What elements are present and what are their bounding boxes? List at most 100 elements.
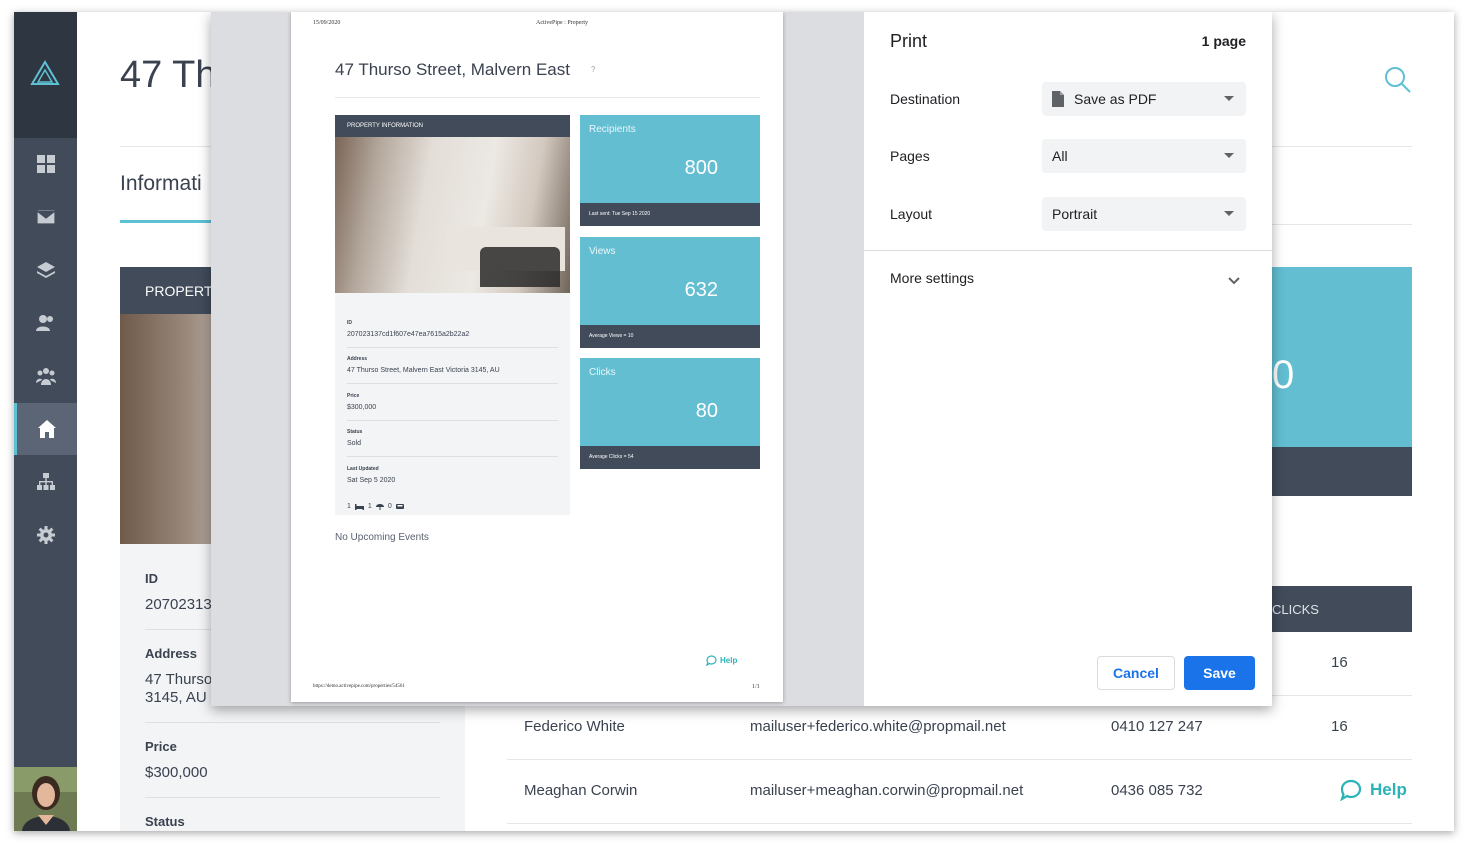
field-value: 47 Thurso Street, Malvern East Victoria … xyxy=(347,367,500,374)
preview-header-title: ActivePipe : Property xyxy=(536,20,588,26)
cell-phone: 0410 127 247 xyxy=(1111,718,1203,735)
page-title: 47 Th xyxy=(120,54,217,96)
help-button[interactable]: Help xyxy=(1340,779,1407,801)
users-icon xyxy=(35,315,53,331)
document-icon xyxy=(1052,90,1064,107)
field-label: Price xyxy=(347,393,360,399)
car-icon xyxy=(395,504,404,509)
destination-label: Destination xyxy=(890,91,961,107)
pages-select[interactable]: All xyxy=(1042,139,1246,173)
chevron-down-icon xyxy=(1224,96,1234,101)
cancel-button[interactable]: Cancel xyxy=(1097,656,1175,690)
divider xyxy=(145,797,440,798)
field-label: Last Updated xyxy=(347,466,379,472)
stat-tile: 0 xyxy=(1272,267,1412,447)
divider xyxy=(335,97,760,98)
divider xyxy=(1272,224,1412,225)
pages-value: All xyxy=(1052,148,1068,164)
field-label-id: ID xyxy=(145,571,158,586)
sidebar-item-layers[interactable] xyxy=(14,244,77,296)
more-settings-toggle[interactable]: More settings xyxy=(890,270,974,286)
stat-footer: Average Views = 10 xyxy=(580,325,760,348)
sidebar-item-properties[interactable] xyxy=(14,403,77,455)
preview-footer-url: https://demo.activepipe.com/properties/5… xyxy=(313,684,405,689)
stat-value: 800 xyxy=(684,157,718,179)
sidebar-item-settings[interactable] xyxy=(14,509,77,561)
divider xyxy=(864,250,1272,251)
chevron-down-icon[interactable] xyxy=(1228,272,1240,290)
cars-count: 0 xyxy=(387,503,392,510)
stat-label: Clicks xyxy=(589,367,616,378)
home-icon xyxy=(38,420,56,438)
field-label-price: Price xyxy=(145,739,177,754)
stat-label: Recipients xyxy=(589,124,636,135)
field-value: Sat Sep 5 2020 xyxy=(347,477,396,484)
baths-count: 1 xyxy=(367,503,372,510)
help-hint-icon: ? xyxy=(591,65,596,74)
preview-footer-page: 1/1 xyxy=(752,684,760,690)
field-value: 207023137cd1f607e47ea7615a2b22a2 xyxy=(347,331,470,338)
cell-clicks: 16 xyxy=(1331,654,1348,671)
layout-select[interactable]: Portrait xyxy=(1042,197,1246,231)
app-logo[interactable] xyxy=(14,12,77,138)
help-label: Help xyxy=(720,656,738,665)
field-value-address: 47 Thurso 3145, AU xyxy=(145,671,213,706)
sidebar-item-contacts[interactable] xyxy=(14,297,77,349)
preview-help: Help xyxy=(706,655,737,666)
destination-value: Save as PDF xyxy=(1074,91,1157,107)
dialog-title: Print xyxy=(890,31,928,51)
cell-name: Federico White xyxy=(524,718,625,735)
sidebar-item-dashboard[interactable] xyxy=(14,138,77,190)
divider xyxy=(347,420,558,421)
divider xyxy=(347,347,558,348)
print-preview-area[interactable]: 15/09/2020 ActivePipe : Property 47 Thur… xyxy=(211,12,864,706)
stat-tile-footer xyxy=(1272,447,1412,496)
divider xyxy=(347,456,558,457)
field-label: ID xyxy=(347,320,352,326)
layout-value: Portrait xyxy=(1052,206,1098,222)
table-header-clicks: CLICKS xyxy=(1272,586,1412,632)
field-label: Status xyxy=(347,429,363,435)
property-image xyxy=(335,137,570,293)
cell-email: mailuser+federico.white@propmail.net xyxy=(750,718,1006,735)
group-icon xyxy=(35,368,56,385)
save-button[interactable]: Save xyxy=(1184,656,1255,690)
preview-header-date: 15/09/2020 xyxy=(313,20,341,26)
divider xyxy=(347,383,558,384)
upcoming-events: No Upcoming Events xyxy=(335,532,429,543)
user-avatar[interactable] xyxy=(14,767,77,831)
field-label-address: Address xyxy=(145,646,198,661)
search-icon[interactable] xyxy=(1384,66,1412,99)
chat-bubble-icon xyxy=(1340,779,1362,801)
stat-footer: Average Clicks = 54 xyxy=(580,446,760,469)
field-label: Address xyxy=(347,356,368,362)
print-settings-panel: Print 1 page Destination Save as PDF Pag… xyxy=(864,12,1272,706)
table-row[interactable]: Meaghan Corwin mailuser+meaghan.corwin@p… xyxy=(507,760,1412,824)
page-count: 1 page xyxy=(1201,33,1246,49)
tab-information[interactable]: Informati xyxy=(120,172,202,196)
chevron-down-icon xyxy=(1224,153,1234,158)
chat-bubble-icon xyxy=(706,655,717,666)
cell-name: Meaghan Corwin xyxy=(524,782,638,799)
sidebar-item-mail[interactable] xyxy=(14,191,77,243)
help-label: Help xyxy=(1370,780,1407,799)
sidebar xyxy=(14,12,77,831)
stat-tile-recipients: Recipients 800 Last sent: Tue Sep 15 202… xyxy=(580,115,760,226)
sidebar-item-hierarchy[interactable] xyxy=(14,456,77,508)
sidebar-item-groups[interactable] xyxy=(14,350,77,402)
pages-label: Pages xyxy=(890,148,930,164)
grid-icon xyxy=(36,155,55,173)
app-window: 47 Th Informati PROPERTY ID 20702313 Add… xyxy=(14,12,1454,831)
image-detail xyxy=(480,247,560,287)
preview-title: 47 Thurso Street, Malvern East xyxy=(335,60,570,79)
layers-icon xyxy=(36,262,55,278)
destination-select[interactable]: Save as PDF xyxy=(1042,82,1246,116)
preview-property-panel: PROPERTY INFORMATION ID 207023137cd1f607… xyxy=(335,115,570,515)
cell-email: mailuser+meaghan.corwin@propmail.net xyxy=(750,782,1024,799)
divider xyxy=(145,722,440,723)
stat-value: 80 xyxy=(695,400,718,422)
layout-label: Layout xyxy=(890,206,933,222)
stat-label: Views xyxy=(589,246,616,257)
shower-icon xyxy=(375,504,384,510)
stat-value: 0 xyxy=(1272,353,1295,397)
